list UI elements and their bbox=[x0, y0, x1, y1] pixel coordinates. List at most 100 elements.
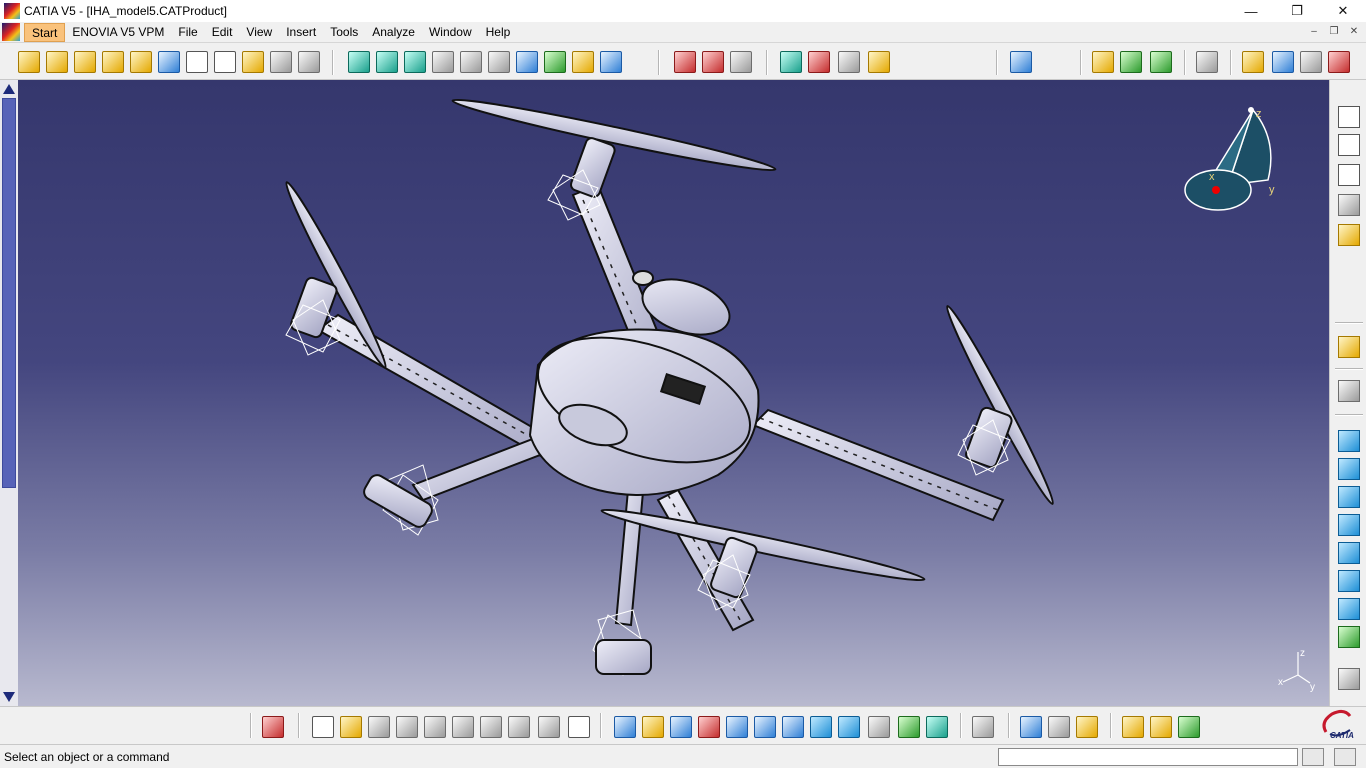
shading-icon[interactable] bbox=[868, 716, 890, 738]
smart-move-icon[interactable] bbox=[460, 51, 482, 73]
cube-view-iso-icon[interactable] bbox=[1338, 598, 1360, 620]
measure-item-icon[interactable] bbox=[1150, 51, 1172, 73]
menu-view[interactable]: View bbox=[239, 23, 279, 42]
3d-viewport[interactable]: z x y z x y bbox=[18, 80, 1329, 706]
scroll-down-icon[interactable] bbox=[3, 692, 15, 702]
capture-icon[interactable] bbox=[1338, 224, 1360, 246]
knowledge-icon[interactable] bbox=[1328, 51, 1350, 73]
render-icon[interactable] bbox=[1122, 716, 1144, 738]
swap-visible-space-icon[interactable] bbox=[926, 716, 948, 738]
reuse-pattern-icon[interactable] bbox=[808, 51, 830, 73]
command-history-button[interactable] bbox=[1334, 748, 1356, 766]
explode-icon[interactable] bbox=[404, 51, 426, 73]
cube-view-front-icon[interactable] bbox=[1338, 430, 1360, 452]
update-all-icon[interactable] bbox=[972, 716, 994, 738]
view-icon[interactable] bbox=[1338, 194, 1360, 216]
menu-analyze[interactable]: Analyze bbox=[365, 23, 422, 42]
open-icon[interactable] bbox=[340, 716, 362, 738]
doc-minimize-button[interactable]: – bbox=[1306, 24, 1322, 39]
rotate-icon[interactable] bbox=[698, 716, 720, 738]
menu-start[interactable]: Start bbox=[24, 22, 66, 42]
zoom-in-icon[interactable] bbox=[726, 716, 748, 738]
coincidence-constraint-icon[interactable] bbox=[488, 51, 510, 73]
replace-component-icon[interactable] bbox=[130, 51, 152, 73]
measure-between-icon[interactable] bbox=[1120, 51, 1142, 73]
update-icon[interactable] bbox=[838, 51, 860, 73]
vertical-scrollbar[interactable] bbox=[0, 80, 18, 706]
weld-annotation-icon[interactable] bbox=[1338, 164, 1360, 186]
menu-edit[interactable]: Edit bbox=[205, 23, 240, 42]
doc-close-button[interactable]: ✕ bbox=[1346, 24, 1362, 39]
flexible-rigid-icon[interactable] bbox=[730, 51, 752, 73]
part-icon[interactable] bbox=[74, 51, 96, 73]
manage-representations-icon[interactable] bbox=[242, 51, 264, 73]
select-icon[interactable] bbox=[262, 716, 284, 738]
compass-widget[interactable]: z x y bbox=[1184, 107, 1275, 211]
fix-together-icon[interactable] bbox=[674, 51, 696, 73]
component-icon[interactable] bbox=[46, 51, 68, 73]
manipulation-icon[interactable] bbox=[348, 51, 370, 73]
fast-multi-instantiation-icon[interactable] bbox=[298, 51, 320, 73]
fit-all-icon[interactable] bbox=[642, 716, 664, 738]
fly-mode-icon[interactable] bbox=[614, 716, 636, 738]
paste-icon[interactable] bbox=[480, 716, 502, 738]
save-icon[interactable] bbox=[368, 716, 390, 738]
product-structure-icon[interactable] bbox=[18, 51, 40, 73]
new-icon[interactable] bbox=[312, 716, 334, 738]
scroll-thumb[interactable] bbox=[2, 98, 16, 488]
annotation-text-icon[interactable] bbox=[1338, 106, 1360, 128]
quick-constraint-icon[interactable] bbox=[702, 51, 724, 73]
menu-file[interactable]: File bbox=[171, 23, 204, 42]
menu-window[interactable]: Window bbox=[422, 23, 479, 42]
distance-analysis-icon[interactable] bbox=[1092, 51, 1114, 73]
copy-icon[interactable] bbox=[452, 716, 474, 738]
isometric-view-icon[interactable] bbox=[838, 716, 860, 738]
apply-material-icon[interactable] bbox=[1076, 716, 1098, 738]
gear-icon[interactable] bbox=[1338, 380, 1360, 402]
fix-component-icon[interactable] bbox=[600, 51, 622, 73]
cube-view-bottom-icon[interactable] bbox=[1338, 570, 1360, 592]
snap-icon[interactable] bbox=[376, 51, 398, 73]
stop-manipulate-on-clash-icon[interactable] bbox=[432, 51, 454, 73]
maximize-button[interactable]: ❐ bbox=[1274, 0, 1320, 22]
multi-view-icon[interactable] bbox=[810, 716, 832, 738]
menu-help[interactable]: Help bbox=[479, 23, 518, 42]
doc-restore-button[interactable]: ❐ bbox=[1326, 24, 1342, 39]
redo-icon[interactable] bbox=[538, 716, 560, 738]
normal-view-icon[interactable] bbox=[782, 716, 804, 738]
cube-view-back-icon[interactable] bbox=[1338, 458, 1360, 480]
contact-constraint-icon[interactable] bbox=[516, 51, 538, 73]
catalog-browser-icon[interactable] bbox=[1272, 51, 1294, 73]
change-constraint-icon[interactable] bbox=[780, 51, 802, 73]
cut-icon[interactable] bbox=[424, 716, 446, 738]
cube-view-right-icon[interactable] bbox=[1338, 514, 1360, 536]
angle-constraint-icon[interactable] bbox=[572, 51, 594, 73]
whats-this-icon[interactable] bbox=[568, 716, 590, 738]
cube-view-left-icon[interactable] bbox=[1338, 486, 1360, 508]
menu-tools[interactable]: Tools bbox=[323, 23, 365, 42]
undo-icon[interactable] bbox=[508, 716, 530, 738]
drone-model[interactable]: z x y z x y bbox=[18, 80, 1329, 706]
insert-existing-component-icon[interactable] bbox=[102, 51, 124, 73]
graph-tree-reordering-icon[interactable] bbox=[158, 51, 180, 73]
multi-instantiation-icon[interactable] bbox=[270, 51, 292, 73]
select-arrow-icon[interactable] bbox=[1338, 336, 1360, 358]
flag-note-icon[interactable] bbox=[1338, 134, 1360, 156]
tools-options-icon[interactable] bbox=[1338, 668, 1360, 690]
document-icon[interactable] bbox=[2, 23, 20, 41]
properties-icon[interactable] bbox=[1048, 716, 1070, 738]
cube-view-top-icon[interactable] bbox=[1338, 542, 1360, 564]
minimize-button[interactable]: — bbox=[1228, 0, 1274, 22]
knowledge-advisor-icon[interactable] bbox=[1178, 716, 1200, 738]
zoom-out-icon[interactable] bbox=[754, 716, 776, 738]
sectioning-icon[interactable] bbox=[1010, 51, 1032, 73]
selective-load-icon[interactable] bbox=[214, 51, 236, 73]
menu-enovia[interactable]: ENOVIA V5 VPM bbox=[65, 23, 171, 42]
close-button[interactable]: ✕ bbox=[1320, 0, 1366, 22]
offset-constraint-icon[interactable] bbox=[544, 51, 566, 73]
scroll-up-icon[interactable] bbox=[3, 84, 15, 94]
command-list-button[interactable] bbox=[1302, 748, 1324, 766]
image-capture-icon[interactable] bbox=[1338, 626, 1360, 648]
hide-show-icon[interactable] bbox=[898, 716, 920, 738]
pan-icon[interactable] bbox=[670, 716, 692, 738]
